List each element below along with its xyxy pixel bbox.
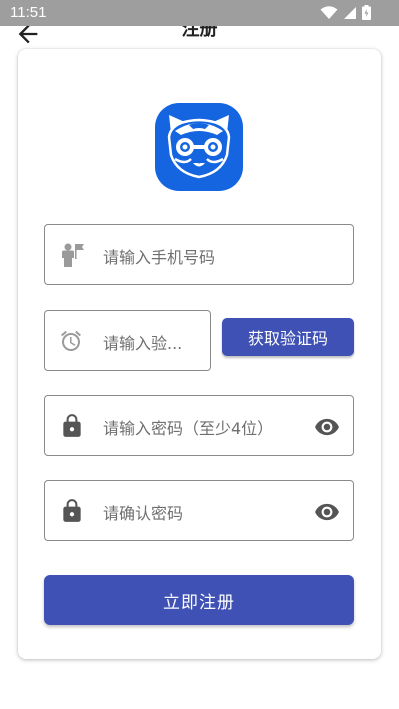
status-time: 11:51 xyxy=(10,4,47,21)
alarm-icon xyxy=(61,330,81,351)
password-input[interactable]: 请输入密码（至少4位） xyxy=(103,415,273,439)
password-field[interactable]: 请输入密码（至少4位） xyxy=(44,395,354,456)
battery-icon xyxy=(362,5,371,20)
page-title: 注册 xyxy=(181,26,218,40)
app-logo xyxy=(155,103,243,191)
lock-icon xyxy=(63,414,81,437)
eye-icon[interactable] xyxy=(314,499,340,525)
phone-input[interactable]: 请输入手机号码 xyxy=(103,244,215,268)
status-icons xyxy=(320,5,371,20)
get-code-button[interactable]: 获取验证码 xyxy=(222,318,354,356)
eye-icon[interactable] xyxy=(314,414,340,440)
wifi-icon xyxy=(320,5,338,19)
person-icon xyxy=(62,243,84,267)
phone-field[interactable]: 请输入手机号码 xyxy=(44,224,354,285)
code-field[interactable]: 请输入验... xyxy=(44,310,211,371)
confirm-password-field[interactable]: 请确认密码 xyxy=(44,480,354,541)
signal-icon xyxy=(344,6,356,19)
code-input[interactable]: 请输入验... xyxy=(103,330,182,354)
lock-icon xyxy=(63,499,81,522)
register-button[interactable]: 立即注册 xyxy=(44,575,354,625)
app-bar: 注册 xyxy=(0,26,399,46)
confirm-password-input[interactable]: 请确认密码 xyxy=(103,500,183,524)
status-bar: 11:51 xyxy=(0,0,399,26)
